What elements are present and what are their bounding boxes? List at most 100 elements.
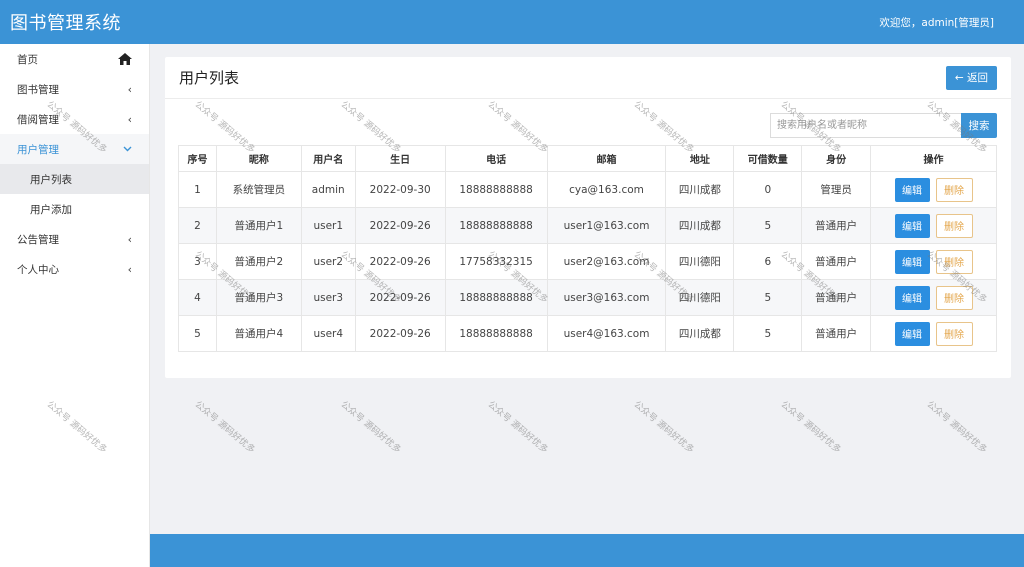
column-header: 序号 [178,145,217,172]
delete-button[interactable]: 删除 [935,285,973,310]
table-cell: 普通用户1 [215,207,302,244]
table-cell: 18888888888 [444,171,548,208]
column-header: 昵称 [215,145,302,172]
table-cell: 2 [178,207,217,244]
top-bar: 图书管理系统 欢迎您，admin[管理员] [0,0,1024,44]
sidebar-item-profile[interactable]: 个人中心 ‹ [0,254,149,284]
table-cell-actions: 编辑 删除 [870,207,997,244]
sidebar: 首页 图书管理 ‹ 借阅管理 ‹ 用户管理 用户列表 用户添加 公告管理 ‹ 个… [0,44,150,567]
table-cell: 5 [733,207,803,244]
table-cell: 6 [733,243,803,280]
delete-button[interactable]: 删除 [935,249,973,274]
chevron-left-icon: ‹ [127,112,132,126]
table-cell-actions: 编辑 删除 [870,315,997,352]
table-cell: user2 [300,243,356,280]
table-cell: 系统管理员 [215,171,302,208]
table-cell: 四川德阳 [665,279,735,316]
table-cell: 5 [178,315,217,352]
table-cell: 四川成都 [665,315,735,352]
sidebar-item-users[interactable]: 用户管理 [0,134,149,164]
table-row: 3 普通用户2 user2 2022-09-26 17758332315 user2@16… [178,243,997,280]
table-row: 4 普通用户3 user3 2022-09-26 18888888888 user3@16… [178,279,997,316]
back-button[interactable]: ← 返回 [945,65,997,90]
chevron-down-icon [123,146,132,152]
table-cell: 普通用户 [801,207,872,244]
table-cell: user4@163.com [546,315,667,352]
sidebar-item-label: 首页 [17,53,38,66]
sidebar-item-label: 个人中心 [17,263,59,276]
table-cell-actions: 编辑 删除 [870,171,997,208]
table-cell: 5 [733,315,803,352]
column-header: 操作 [870,145,997,172]
edit-button[interactable]: 编辑 [894,213,930,238]
chevron-left-icon: ‹ [127,262,132,276]
table-cell: 普通用户3 [215,279,302,316]
table-cell: 普通用户4 [215,315,302,352]
table-cell-actions: 编辑 删除 [870,279,997,316]
delete-button[interactable]: 删除 [935,213,973,238]
table-cell: 18888888888 [444,315,548,352]
edit-button[interactable]: 编辑 [894,249,930,274]
search-bar: 搜索 [770,113,997,138]
table-cell: 18888888888 [444,279,548,316]
column-header: 电话 [444,145,548,172]
table-cell: 1 [178,171,217,208]
column-header: 邮箱 [546,145,667,172]
sidebar-item-label: 借阅管理 [17,113,59,126]
table-cell: user1 [300,207,356,244]
edit-button[interactable]: 编辑 [894,177,930,202]
sidebar-item-home[interactable]: 首页 [0,44,149,74]
sidebar-item-notices[interactable]: 公告管理 ‹ [0,224,149,254]
sidebar-subitem-user-list[interactable]: 用户列表 [0,164,149,194]
delete-button[interactable]: 删除 [935,321,973,346]
table-cell: 2022-09-26 [354,279,446,316]
user-table: 序号 昵称 用户名 生日 电话 邮箱 地址 可借数量 身份 操作 1 系统管理员 a… [178,145,997,352]
table-cell: user4 [300,315,356,352]
table-cell: 普通用户 [801,243,872,280]
table-cell: 2022-09-30 [354,171,446,208]
app-title: 图书管理系统 [10,13,121,34]
table-cell: 四川成都 [665,207,735,244]
column-header: 可借数量 [733,145,803,172]
table-cell: cya@163.com [546,171,667,208]
table-cell: 3 [178,243,217,280]
table-cell: 管理员 [801,171,872,208]
table-cell: 四川德阳 [665,243,735,280]
welcome-text[interactable]: 欢迎您，admin[管理员] [879,15,994,30]
table-cell-actions: 编辑 删除 [870,243,997,280]
home-icon [118,53,132,65]
sidebar-item-label: 公告管理 [17,233,59,246]
sidebar-item-label: 图书管理 [17,83,59,96]
table-cell: 2022-09-26 [354,243,446,280]
table-row: 5 普通用户4 user4 2022-09-26 18888888888 user4@16… [178,315,997,352]
edit-button[interactable]: 编辑 [894,285,930,310]
table-cell: admin [300,171,356,208]
search-input[interactable] [770,113,961,138]
panel-header: 用户列表 ← 返回 [165,57,1011,99]
search-button[interactable]: 搜索 [961,113,997,138]
table-row: 2 普通用户1 user1 2022-09-26 18888888888 user1@16… [178,207,997,244]
column-header: 地址 [665,145,735,172]
chevron-left-icon: ‹ [127,82,132,96]
sidebar-item-borrow[interactable]: 借阅管理 ‹ [0,104,149,134]
table-cell: 普通用户2 [215,243,302,280]
column-header: 身份 [801,145,872,172]
user-list-panel: 用户列表 ← 返回 搜索 序号 昵称 用户名 生日 电话 邮箱 地址 可借数量 … [165,57,1011,378]
table-cell: 0 [733,171,803,208]
table-cell: user2@163.com [546,243,667,280]
sidebar-item-label: 用户管理 [17,143,59,156]
table-cell: 普通用户 [801,279,872,316]
footer-bar [150,534,1024,567]
table-cell: 17758332315 [444,243,548,280]
column-header: 生日 [354,145,446,172]
table-cell: 2022-09-26 [354,315,446,352]
chevron-left-icon: ‹ [127,232,132,246]
page-title: 用户列表 [179,69,240,87]
delete-button[interactable]: 删除 [935,177,973,202]
table-cell: user3 [300,279,356,316]
sidebar-item-books[interactable]: 图书管理 ‹ [0,74,149,104]
table-cell: 普通用户 [801,315,872,352]
table-header-row: 序号 昵称 用户名 生日 电话 邮箱 地址 可借数量 身份 操作 [178,145,997,172]
sidebar-subitem-user-add[interactable]: 用户添加 [0,194,149,224]
edit-button[interactable]: 编辑 [894,321,930,346]
